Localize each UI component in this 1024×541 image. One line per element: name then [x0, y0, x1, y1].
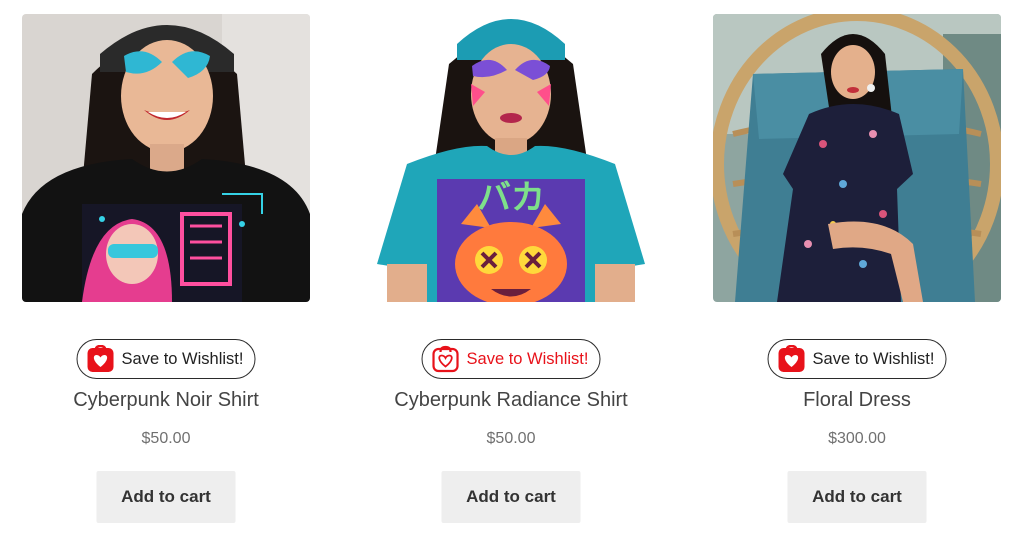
svg-text:バカ: バカ: [477, 178, 545, 218]
product-image: [22, 14, 310, 302]
product-card: Save to Wishlist! Floral Dress $300.00 A…: [713, 14, 1001, 534]
wishlist-label: Save to Wishlist!: [812, 349, 935, 368]
product-image: [713, 14, 1001, 302]
heart-bag-outline-icon: [432, 345, 459, 373]
save-to-wishlist-button[interactable]: Save to Wishlist!: [421, 339, 601, 379]
product-title[interactable]: Floral Dress: [713, 389, 1001, 412]
heart-bag-icon: [778, 345, 805, 372]
add-to-cart-button[interactable]: Add to cart: [787, 471, 927, 523]
wishlist-label: Save to Wishlist!: [121, 349, 244, 368]
product-image-link[interactable]: [713, 14, 1001, 302]
product-card: Save to Wishlist! Cyberpunk Noir Shirt $…: [22, 14, 310, 534]
add-to-cart-button[interactable]: Add to cart: [96, 471, 236, 523]
wishlist-label: Save to Wishlist!: [466, 349, 589, 368]
product-title[interactable]: Cyberpunk Radiance Shirt: [367, 389, 655, 412]
product-title[interactable]: Cyberpunk Noir Shirt: [22, 389, 310, 412]
product-image-link[interactable]: バカ: [367, 14, 655, 302]
add-to-cart-button[interactable]: Add to cart: [441, 471, 581, 523]
product-card: バカ Save to Wishlist! Cyberpunk Radiance …: [367, 14, 655, 534]
product-price: $50.00: [486, 430, 536, 447]
product-grid: Save to Wishlist! Cyberpunk Noir Shirt $…: [0, 0, 1024, 541]
product-image-link[interactable]: [22, 14, 310, 302]
product-price: $50.00: [141, 430, 191, 447]
heart-bag-icon: [87, 345, 114, 372]
save-to-wishlist-button[interactable]: Save to Wishlist!: [76, 339, 256, 379]
save-to-wishlist-button[interactable]: Save to Wishlist!: [767, 339, 947, 379]
product-image: バカ: [367, 14, 655, 302]
product-price: $300.00: [828, 430, 886, 447]
